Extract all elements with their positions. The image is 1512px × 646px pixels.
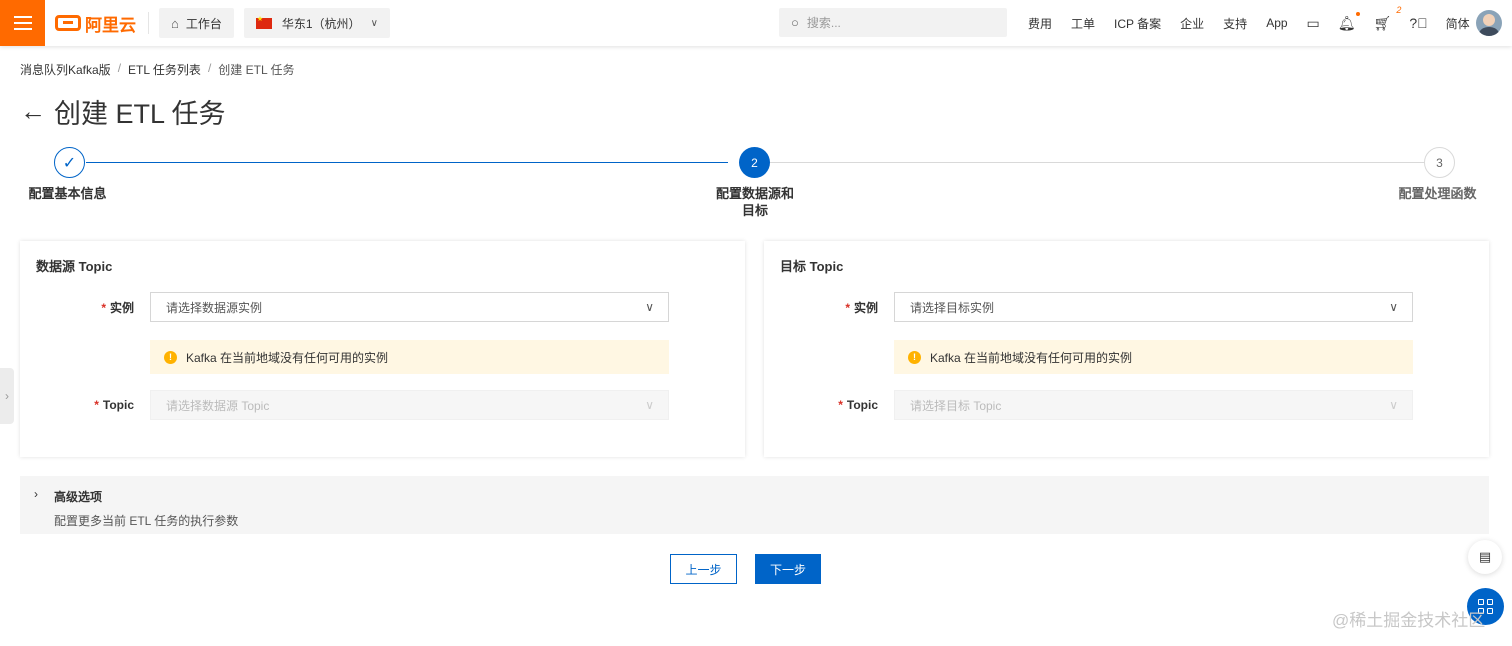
chevron-right-icon[interactable]: › bbox=[34, 487, 38, 501]
step-2-number: 2 bbox=[739, 147, 770, 178]
step-3-label: 配置处理函数 bbox=[1398, 186, 1477, 201]
terminal-icon[interactable]: ▭ bbox=[1307, 15, 1320, 32]
chevron-down-icon: ∨ bbox=[370, 17, 378, 29]
chevron-right-icon: › bbox=[5, 389, 9, 403]
target-warning-alert: ! Kafka 在当前地域没有任何可用的实例 bbox=[894, 340, 1413, 374]
logo-mark-icon bbox=[55, 15, 81, 31]
back-arrow-icon[interactable]: ← bbox=[20, 96, 46, 127]
breadcrumb-etl-list[interactable]: ETL 任务列表 bbox=[128, 61, 201, 78]
target-topic-label: * Topic bbox=[838, 398, 878, 412]
logo[interactable]: 阿里云 bbox=[55, 11, 136, 36]
page-title: ← 创建 ETL 任务 bbox=[20, 92, 226, 131]
breadcrumb-separator: / bbox=[207, 61, 212, 75]
bell-icon[interactable]: 🔔︎ bbox=[1338, 11, 1360, 32]
source-instance-label: * 实例 bbox=[101, 301, 134, 315]
side-panel-toggle[interactable]: › bbox=[0, 368, 14, 424]
source-topic-label: * Topic bbox=[94, 398, 134, 412]
menu-icon[interactable] bbox=[0, 0, 45, 46]
target-topic-select: 请选择目标 Topic ∨ bbox=[894, 390, 1413, 420]
warning-icon: ! bbox=[164, 350, 177, 364]
source-instance-placeholder: 请选择数据源实例 bbox=[166, 300, 263, 315]
divider bbox=[148, 12, 149, 34]
warning-icon: ! bbox=[908, 350, 921, 364]
target-card-title: 目标 Topic bbox=[780, 259, 844, 274]
step-2-label-line2: 目标 bbox=[741, 203, 768, 218]
nav-icp[interactable]: ICP 备案 bbox=[1114, 15, 1161, 32]
step-1-label: 配置基本信息 bbox=[28, 186, 107, 201]
cart-icon[interactable]: 🛒︎ 2 bbox=[1374, 5, 1402, 32]
chevron-down-icon: ∨ bbox=[1389, 398, 1398, 412]
advanced-options-toggle[interactable]: 高级选项 bbox=[54, 488, 102, 505]
watermark: @稀土掘金技术社区 bbox=[1332, 611, 1486, 630]
page-title-text: 创建 ETL 任务 bbox=[54, 99, 226, 129]
top-nav: 费用 工单 ICP 备案 企业 支持 App ▭ 🔔︎ 🛒︎ 2 ?⃝ 简体 bbox=[1028, 0, 1489, 46]
nav-enterprise[interactable]: 企业 bbox=[1180, 15, 1204, 32]
prev-step-button[interactable]: 上一步 bbox=[670, 554, 737, 584]
breadcrumb-kafka[interactable]: 消息队列Kafka版 bbox=[20, 61, 111, 78]
source-topic-placeholder: 请选择数据源 Topic bbox=[166, 398, 270, 413]
step-2-label-line1: 配置数据源和 bbox=[715, 186, 794, 201]
advanced-options-panel: › 高级选项 配置更多当前 ETL 任务的执行参数 bbox=[20, 476, 1489, 534]
source-warning-text: Kafka 在当前地域没有任何可用的实例 bbox=[186, 350, 389, 365]
avatar[interactable] bbox=[1476, 10, 1502, 36]
target-instance-placeholder: 请选择目标实例 bbox=[910, 300, 995, 315]
target-topic-placeholder: 请选择目标 Topic bbox=[910, 398, 1002, 413]
breadcrumb-current: 创建 ETL 任务 bbox=[218, 63, 295, 77]
target-warning-text: Kafka 在当前地域没有任何可用的实例 bbox=[930, 350, 1133, 365]
search-input[interactable]: ○ 搜索... bbox=[779, 8, 1007, 37]
workbench-button[interactable]: ⌂ 工作台 bbox=[159, 8, 234, 38]
logo-text: 阿里云 bbox=[85, 15, 136, 35]
target-instance-select[interactable]: 请选择目标实例 ∨ bbox=[894, 292, 1413, 322]
source-topic-select: 请选择数据源 Topic ∨ bbox=[150, 390, 669, 420]
chevron-down-icon: ∨ bbox=[645, 398, 654, 412]
nav-app[interactable]: App bbox=[1266, 16, 1287, 30]
notification-dot bbox=[1355, 11, 1360, 16]
source-warning-alert: ! Kafka 在当前地域没有任何可用的实例 bbox=[150, 340, 669, 374]
home-icon: ⌂ bbox=[171, 15, 179, 31]
step-3-number: 3 bbox=[1424, 147, 1455, 178]
chat-icon[interactable]: ▤ bbox=[1468, 540, 1502, 574]
breadcrumb: 消息队列Kafka版 / ETL 任务列表 / 创建 ETL 任务 bbox=[20, 61, 295, 78]
workbench-label: 工作台 bbox=[185, 16, 222, 31]
language-switch[interactable]: 简体 bbox=[1446, 15, 1470, 32]
china-flag-icon bbox=[255, 15, 272, 29]
source-topic-card: 数据源 Topic * 实例 请选择数据源实例 ∨ ! Kafka 在当前地域没有… bbox=[20, 241, 745, 457]
source-instance-select[interactable]: 请选择数据源实例 ∨ bbox=[150, 292, 669, 322]
nav-tickets[interactable]: 工单 bbox=[1071, 15, 1095, 32]
next-step-button[interactable]: 下一步 bbox=[755, 554, 821, 584]
region-label: 华东1（杭州） bbox=[281, 16, 361, 31]
target-topic-card: 目标 Topic * 实例 请选择目标实例 ∨ ! Kafka 在当前地域没有任何… bbox=[764, 241, 1489, 457]
nav-billing[interactable]: 费用 bbox=[1028, 15, 1052, 32]
step-connector-pending bbox=[770, 162, 1424, 163]
search-icon: ○ bbox=[791, 15, 799, 30]
source-card-title: 数据源 Topic bbox=[36, 259, 113, 274]
chevron-down-icon: ∨ bbox=[645, 300, 654, 314]
step-1-check-icon: ✓ bbox=[54, 147, 85, 178]
step-connector-done bbox=[86, 162, 728, 163]
cart-count: 2 bbox=[1396, 4, 1402, 15]
advanced-options-description: 配置更多当前 ETL 任务的执行参数 bbox=[54, 514, 239, 528]
target-instance-label: * 实例 bbox=[845, 301, 878, 315]
help-icon[interactable]: ?⃝ bbox=[1409, 15, 1427, 31]
breadcrumb-separator: / bbox=[117, 61, 122, 75]
nav-support[interactable]: 支持 bbox=[1223, 15, 1247, 32]
chevron-down-icon: ∨ bbox=[1389, 300, 1398, 314]
region-selector[interactable]: 华东1（杭州） ∨ bbox=[243, 8, 390, 38]
search-placeholder: 搜索... bbox=[806, 16, 841, 30]
step-2-label: 配置数据源和 目标 bbox=[705, 185, 805, 219]
